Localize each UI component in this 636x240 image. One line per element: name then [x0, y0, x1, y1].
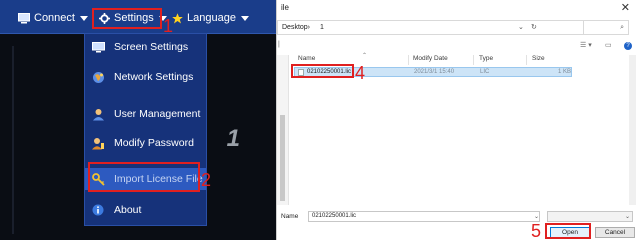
file-size: 1 KB: [558, 69, 572, 75]
dialog-title: ile: [281, 3, 290, 12]
file-name-field[interactable]: 02102250001.lic: [308, 211, 540, 222]
file-name-label: Name: [281, 213, 299, 220]
chevron-down-icon: [79, 15, 88, 21]
view-options-icon[interactable]: ☰ ▾: [580, 41, 592, 49]
chevron-down-icon[interactable]: ⌄: [518, 23, 524, 31]
file-type-select[interactable]: [547, 211, 633, 222]
monitor-icon: [91, 40, 105, 54]
chevron-down-icon: [240, 15, 249, 21]
organize-icon[interactable]: |: [278, 41, 280, 48]
preview-pane-icon[interactable]: ▭: [605, 41, 612, 49]
column-header-modify-date[interactable]: Modify Date: [413, 55, 448, 65]
column-divider[interactable]: [408, 55, 409, 65]
highlight-file: [291, 64, 354, 78]
column-divider[interactable]: [473, 55, 474, 65]
column-divider[interactable]: [526, 55, 527, 65]
menu-item-user-management[interactable]: User Management: [85, 103, 206, 125]
screenshot-composite: Connect Settings Language 1 : 1 Screen S…: [0, 0, 636, 240]
sort-arrow-icon: ⌃: [362, 53, 368, 59]
menu-item-label: About: [114, 204, 142, 216]
menu-item-screen-settings[interactable]: Screen Settings: [85, 36, 206, 58]
navigation-pane: [277, 55, 289, 205]
user-icon: [91, 107, 105, 121]
cancel-button[interactable]: Cancel: [595, 227, 635, 238]
file-modified: 2021/3/1 15:40: [414, 69, 455, 75]
step-4-label: 4: [355, 63, 366, 83]
help-icon[interactable]: ?: [624, 42, 632, 50]
nav-scrollbar[interactable]: [280, 115, 285, 201]
step-2-label: 2: [201, 170, 212, 190]
app-window: Connect Settings Language 1 : 1 Screen S…: [0, 0, 276, 240]
connect-menu[interactable]: Connect: [18, 9, 88, 27]
breadcrumb-location[interactable]: Desktop›: [282, 24, 310, 31]
menu-item-label: Screen Settings: [114, 41, 189, 53]
dialog-toolbar: | ☰ ▾ ▭: [277, 39, 636, 53]
column-header-size[interactable]: Size: [532, 55, 545, 65]
chevron-down-icon[interactable]: ⌄: [625, 213, 630, 220]
column-header-type[interactable]: Type: [479, 55, 493, 65]
user-key-icon: [91, 136, 105, 150]
highlight-settings: [92, 8, 162, 29]
breadcrumb-folder[interactable]: 1: [320, 24, 324, 31]
refresh-icon[interactable]: ↻: [531, 23, 537, 31]
settings-dropdown: Screen Settings Network Settings User Ma…: [84, 33, 207, 226]
highlight-open: [545, 223, 591, 239]
menu-item-label: Modify Password: [114, 137, 194, 149]
step-5-label: 5: [531, 221, 542, 240]
search-icon: ⌕: [620, 23, 624, 31]
vertical-scrollbar[interactable]: [629, 55, 636, 205]
close-icon[interactable]: ✕: [621, 1, 630, 14]
language-menu[interactable]: Language: [172, 9, 249, 27]
menu-item-label: User Management: [114, 108, 201, 120]
globe-icon: [91, 70, 105, 84]
monitor-icon: [18, 12, 30, 24]
file-open-dialog: ile ✕ Desktop› 1 ⌄ ↻ ⌕ | ☰ ▾ ▭ ? ⌃ Name …: [276, 0, 636, 240]
search-input[interactable]: ⌕: [583, 20, 629, 35]
menu-item-modify-password[interactable]: Modify Password: [85, 132, 206, 154]
address-bar[interactable]: Desktop› 1 ⌄ ↻: [277, 20, 629, 35]
connect-label: Connect: [34, 12, 75, 24]
menu-item-about[interactable]: About: [85, 199, 206, 221]
star-icon: [172, 12, 183, 24]
info-icon: [91, 203, 105, 217]
language-label: Language: [187, 12, 236, 24]
menu-item-label: Network Settings: [114, 71, 194, 83]
file-type: LIC: [480, 69, 490, 75]
highlight-import-license: [88, 162, 200, 192]
menu-item-network-settings[interactable]: Network Settings: [85, 66, 206, 88]
chevron-down-icon[interactable]: ⌄: [534, 213, 539, 220]
